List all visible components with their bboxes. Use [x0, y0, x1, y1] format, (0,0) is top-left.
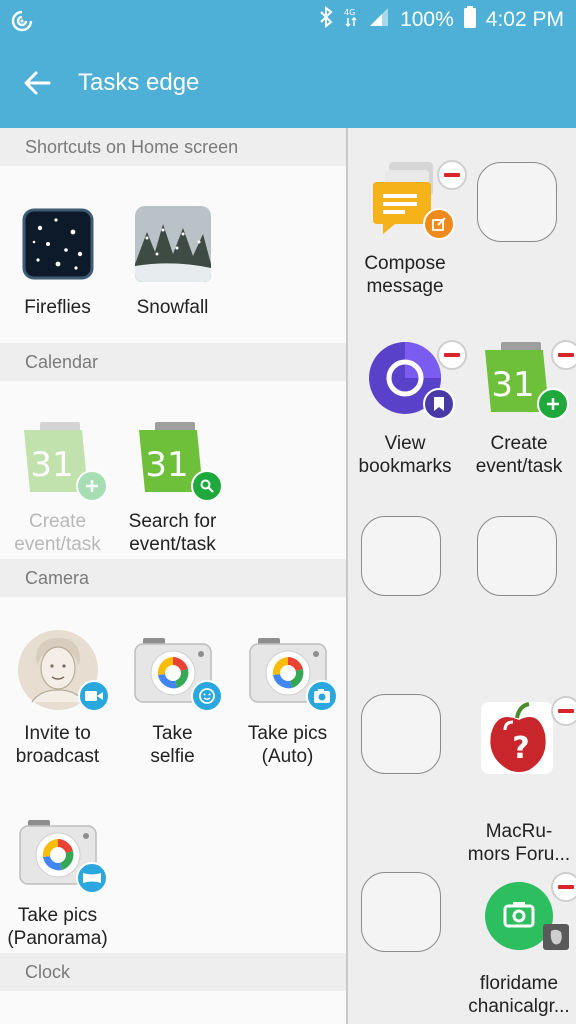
edge-item-label: Compose message: [364, 253, 446, 297]
signal-4g-icon: 4G: [344, 6, 358, 34]
shortcut-label: Take pics (Auto): [247, 723, 328, 767]
shortcut-take-pics-auto[interactable]: Take pics (Auto): [230, 630, 345, 768]
camera-auto-icon: [248, 630, 338, 712]
shortcut-search-event[interactable]: 31 Search for event/task: [115, 418, 230, 556]
remove-florida-button[interactable]: [551, 872, 576, 902]
compose-message-icon: [365, 158, 467, 240]
edge-item-label: Create event/task: [475, 433, 563, 477]
svg-text:31: 31: [145, 445, 188, 485]
back-arrow-icon[interactable]: [22, 68, 52, 103]
plus-badge-icon: [75, 470, 108, 502]
svg-text:?: ?: [512, 731, 529, 766]
bluetooth-icon: [318, 5, 334, 34]
section-header-camera: Camera: [0, 559, 346, 597]
remove-macrumors-button[interactable]: [551, 696, 576, 726]
edge-item-florida-mechanical[interactable]: floridame chanicalgr...: [462, 872, 576, 1018]
shortcut-take-selfie[interactable]: Take selfie: [115, 630, 230, 768]
svg-text:31: 31: [30, 445, 73, 485]
shortcut-label: Invite to broadcast: [15, 723, 100, 767]
remove-compose-button[interactable]: [437, 160, 467, 190]
empty-slot[interactable]: [477, 162, 557, 242]
tasks-edge-panel[interactable]: Compose message View bookmarks 31 Create…: [348, 128, 576, 1024]
status-bar: 4G 100% 4:02 PM: [0, 0, 576, 40]
battery-percent: 100%: [400, 8, 454, 31]
shortcut-label: Snowfall: [136, 297, 209, 318]
empty-slot[interactable]: [361, 872, 441, 952]
shortcut-take-pics-panorama[interactable]: Take pics (Panorama): [0, 812, 115, 950]
shortcut-label: Search for event/task: [128, 511, 217, 555]
snowfall-icon: [133, 204, 213, 284]
clock-time: 4:02 PM: [485, 8, 564, 31]
cell-signal-icon: [368, 6, 390, 34]
svg-text:31: 31: [491, 365, 534, 405]
camera-badge-icon: [305, 680, 338, 712]
calendar-add-icon: 31: [479, 338, 576, 420]
remove-create-event-button[interactable]: [551, 340, 576, 370]
shortcut-list-panel[interactable]: Shortcuts on Home screen Fireflies Snowf…: [0, 128, 346, 1024]
calendar-search-icon: 31: [133, 418, 223, 502]
section-header-calendar: Calendar: [0, 343, 346, 381]
shortcut-snowfall[interactable]: Snowfall: [115, 204, 230, 319]
sync-icon: [10, 9, 34, 38]
search-badge-icon: [190, 470, 223, 502]
empty-slot[interactable]: [361, 516, 441, 596]
page-title: Tasks edge: [78, 69, 200, 96]
evernote-badge-icon: [543, 924, 569, 950]
edge-item-label: floridame chanicalgr...: [468, 973, 570, 1017]
shortcut-label: Take pics (Panorama): [7, 905, 108, 949]
evernote-camera-icon: [479, 872, 576, 956]
plus-badge-icon: [537, 388, 569, 420]
panorama-badge-icon: [75, 862, 108, 894]
bookmark-badge-icon: [423, 388, 455, 420]
shortcut-fireflies[interactable]: Fireflies: [0, 204, 115, 319]
camera-panorama-icon: [18, 812, 108, 894]
camera-selfie-icon: [133, 630, 223, 712]
edge-item-compose-message[interactable]: Compose message: [348, 158, 467, 298]
shortcut-label: Fireflies: [24, 297, 91, 318]
edit-badge-icon: [423, 208, 455, 240]
battery-icon: [463, 6, 476, 34]
shortcut-invite-broadcast[interactable]: Invite to broadcast: [0, 630, 115, 768]
edge-item-label: View bookmarks: [358, 433, 452, 477]
app-bar: Tasks edge: [0, 40, 576, 128]
section-header-clock: Clock: [0, 953, 346, 991]
macrumors-apple-icon: ?: [479, 696, 576, 780]
live-video-badge-icon: [77, 680, 110, 712]
shortcut-create-event[interactable]: 31 Create event/task: [0, 418, 115, 556]
section-header-shortcuts: Shortcuts on Home screen: [0, 128, 346, 166]
edge-item-label: MacRu- mors Foru...: [467, 821, 571, 865]
empty-slot[interactable]: [361, 694, 441, 774]
selfie-face-badge-icon: [190, 680, 223, 712]
fireflies-icon: [18, 204, 98, 284]
edge-item-create-event[interactable]: 31 Create event/task: [462, 338, 576, 478]
browser-bookmarks-icon: [365, 338, 467, 420]
avatar-broadcast-icon: [17, 630, 110, 712]
shortcut-label: Create event/task: [14, 511, 101, 555]
shortcut-label: Take selfie: [150, 723, 195, 767]
empty-slot[interactable]: [477, 516, 557, 596]
svg-text:4G: 4G: [344, 8, 355, 17]
edge-item-macrumors[interactable]: ? MacRu- mors Foru...: [462, 696, 576, 866]
calendar-add-icon: 31: [18, 418, 108, 502]
edge-item-view-bookmarks[interactable]: View bookmarks: [348, 338, 467, 478]
